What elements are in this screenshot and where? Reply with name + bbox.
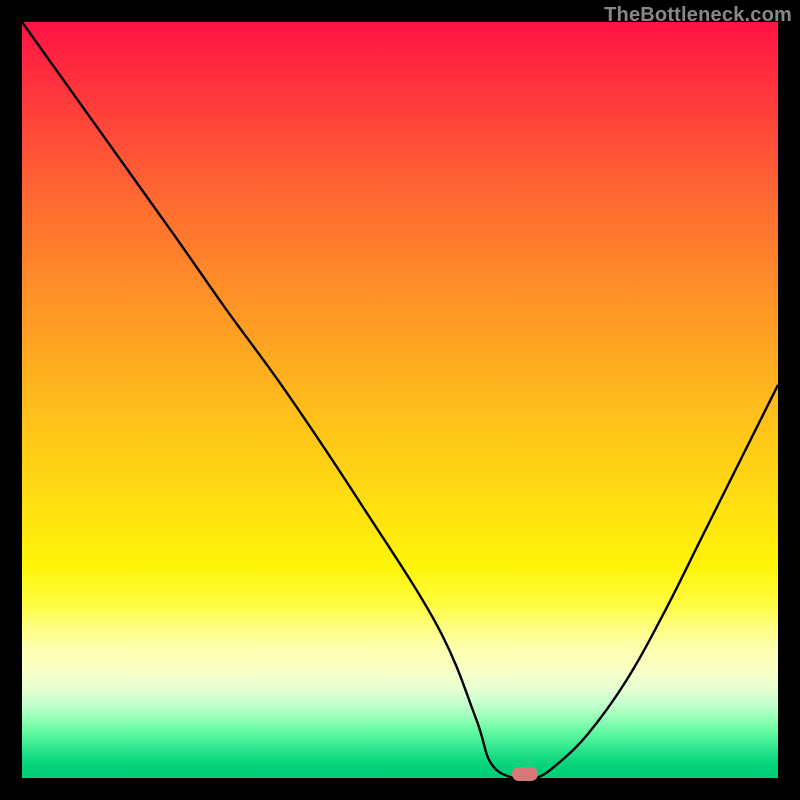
chart-container: TheBottleneck.com	[0, 0, 800, 800]
bottleneck-curve-path	[22, 22, 778, 778]
optimal-marker	[512, 767, 538, 781]
plot-area	[22, 22, 778, 778]
curve-svg	[22, 22, 778, 778]
